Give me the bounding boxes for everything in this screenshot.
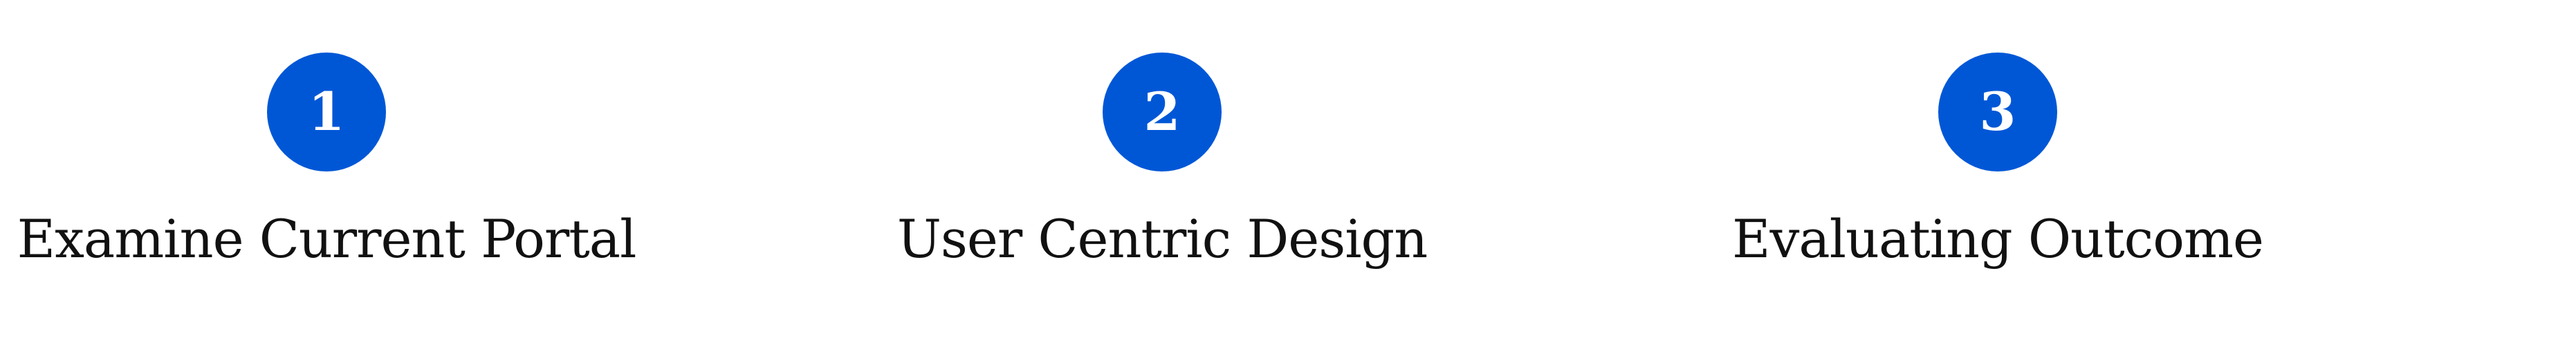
step-1-number: 1 — [308, 81, 345, 142]
step-1-label: Examine Current Portal — [17, 208, 637, 270]
step-3-label: Evaluating Outcome — [1731, 208, 2264, 270]
step-2-number: 2 — [1143, 81, 1181, 142]
step-3-number: 3 — [1979, 81, 2016, 142]
process-steps: 1 Examine Current Portal 2 User Centric … — [0, 0, 2576, 354]
step-2: 2 User Centric Design — [816, 53, 1508, 266]
step-2-number-badge: 2 — [1103, 53, 1222, 171]
step-2-label: User Centric Design — [896, 208, 1428, 270]
step-1: 1 Examine Current Portal — [0, 53, 672, 266]
step-3-number-badge: 3 — [1938, 53, 2057, 171]
step-3: 3 Evaluating Outcome — [1652, 53, 2344, 266]
step-1-number-badge: 1 — [267, 53, 386, 171]
